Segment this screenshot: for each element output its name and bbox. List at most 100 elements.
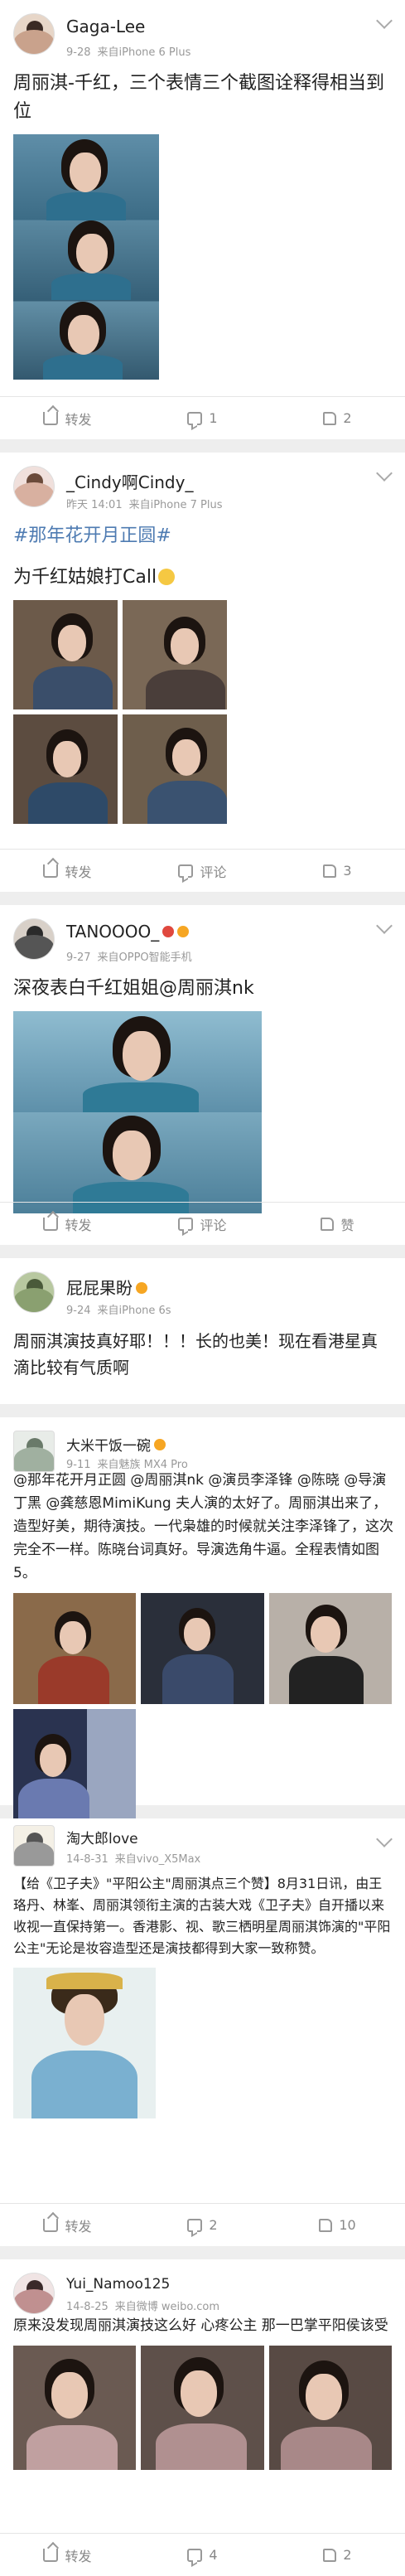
share-label: 转发 [65,411,92,428]
username[interactable]: 淘大郎love [66,1827,138,1847]
comment-button[interactable]: 评论 [135,861,270,881]
post-time: 14-8-25 [66,2301,108,2313]
photo[interactable] [13,600,118,709]
share-button[interactable]: 转发 [0,2545,135,2565]
photo[interactable] [13,714,118,824]
photo[interactable] [13,1011,262,1213]
chevron-down-icon[interactable] [376,465,393,482]
chevron-down-icon[interactable] [376,1831,393,1847]
like-count: 3 [343,863,352,879]
avatar[interactable] [13,1825,55,1867]
comment-count: 2 [209,2217,218,2233]
post-text-content: 为千红姑娘打Call [13,567,157,588]
share-label: 转发 [65,864,92,880]
photo[interactable] [123,600,227,709]
post-image[interactable] [0,134,405,380]
post-topic[interactable]: #那年花开月正圆# [0,522,405,559]
chevron-down-icon[interactable] [376,918,393,934]
post-header: Gaga-Lee 9-28 来自iPhone 6 Plus [0,0,405,70]
weibo-feed: Gaga-Lee 9-28 来自iPhone 6 Plus 周丽淇-千红，三个表情… [0,0,405,2576]
like-button[interactable]: 2 [270,410,405,426]
photo[interactable] [13,1593,137,1704]
post-time: 9-11 [66,1459,91,1471]
avatar[interactable] [13,466,55,507]
username[interactable]: 屁屁果盼 [66,1275,147,1299]
post-card: _Cindy啊Cindy_ 昨天 14:01 来自iPhone 7 Plus #那… [0,453,405,892]
share-icon [43,2548,59,2562]
share-icon [43,1217,59,1231]
post-image[interactable] [0,1011,405,1213]
like-button[interactable]: 10 [270,2217,405,2233]
share-button[interactable]: 转发 [0,861,135,881]
photo[interactable] [13,2346,137,2470]
post-actions: 转发 2 10 [0,2203,405,2246]
comment-icon [178,864,194,878]
post-time: 昨天 14:01 [66,499,123,511]
post-header: _Cindy啊Cindy_ 昨天 14:01 来自iPhone 7 Plus [0,453,405,522]
share-button[interactable]: 转发 [0,1214,135,1234]
post-header: 屁屁果盼 9-24 来自iPhone 6s [0,1258,405,1328]
avatar[interactable] [13,2273,55,2314]
chevron-down-icon[interactable] [376,12,393,29]
comment-button[interactable]: 2 [135,2217,270,2233]
avatar[interactable] [13,1271,55,1313]
like-icon [323,411,337,425]
share-button[interactable]: 转发 [0,409,135,429]
username[interactable]: 大米干饭一碗 [66,1434,166,1455]
post-header: 淘大郎love 14-8-31 来自vivo_X5Max [0,1818,405,1873]
photo[interactable] [13,1968,156,2118]
photo[interactable] [13,134,159,380]
photo[interactable] [141,2346,264,2470]
comment-count: 1 [209,410,218,426]
post-meta: 14-8-25 来自微博 weibo.com [66,2298,219,2313]
comment-count: 4 [209,2547,218,2563]
avatar[interactable] [13,13,55,55]
share-icon [43,864,59,878]
post-actions: 转发 评论 赞 [0,1202,405,1245]
post-text: 周丽淇-千红，三个表情三个截图诠释得相当到位 [13,73,384,122]
post-card: 屁屁果盼 9-24 来自iPhone 6s 周丽淇演技真好耶！！！长的也美！现在看… [0,1258,405,1404]
vip-badge-icon [154,1439,166,1450]
post-meta: 9-27 来自OPPO智能手机 [66,948,192,964]
post-source: 来自iPhone 6s [97,1305,171,1317]
post-card: Yui_Namoo125 14-8-25 来自微博 weibo.com 原来没发现… [0,2259,405,2576]
like-button[interactable]: 赞 [270,1214,405,1234]
post-header: TANOOOO_ 9-27 来自OPPO智能手机 [0,905,405,975]
post-text: @那年花开月正圆 @周丽淇nk @演员李泽锋 @陈晓 @导演丁黑 @龚慈恩Mim… [13,1472,393,1581]
photo[interactable] [268,2346,392,2470]
username-text: 屁屁果盼 [66,1278,133,1298]
comment-button[interactable]: 1 [135,410,270,426]
topic-link[interactable]: #那年花开月正圆# [13,525,171,546]
vip-badge-icon [177,926,190,937]
photo[interactable] [123,714,227,824]
like-icon [323,2548,337,2562]
photo[interactable] [141,1593,264,1704]
post-image[interactable] [0,1968,405,2118]
photo[interactable] [13,1709,137,1820]
share-label: 转发 [65,1217,92,1233]
like-button[interactable]: 2 [270,2547,405,2563]
post-source: 来自OPPO智能手机 [97,951,192,964]
comment-button[interactable]: 4 [135,2547,270,2563]
username[interactable]: TANOOOO_ [66,922,190,942]
post-time: 9-27 [66,951,91,964]
image-grid [0,600,240,824]
username[interactable]: Gaga-Lee [66,17,145,36]
post-source: 来自vivo_X5Max [114,1853,201,1866]
photo[interactable] [268,1593,392,1704]
post-time: 9-28 [66,46,91,59]
share-button[interactable]: 转发 [0,2215,135,2235]
comment-button[interactable]: 评论 [135,1214,270,1234]
avatar[interactable] [13,1431,55,1472]
username[interactable]: Yui_Namoo125 [66,2276,170,2293]
post-actions: 转发 4 2 [0,2533,405,2576]
image-grid [0,2346,405,2470]
username[interactable]: _Cindy啊Cindy_ [66,469,193,493]
vip-badge-icon [136,1282,147,1294]
like-icon [319,2218,333,2232]
like-button[interactable]: 3 [270,863,405,879]
like-count: 2 [343,2547,352,2563]
avatar[interactable] [13,918,55,960]
post-text: 周丽淇演技真好耶！！！长的也美！现在看港星真滴比较有气质啊 [13,1331,378,1378]
post-text: 【给《卫子夫》"平阳公主"周丽淇点三个赞】8月31日讯，由王珞丹、林峯、周丽淇领… [13,1876,391,1956]
